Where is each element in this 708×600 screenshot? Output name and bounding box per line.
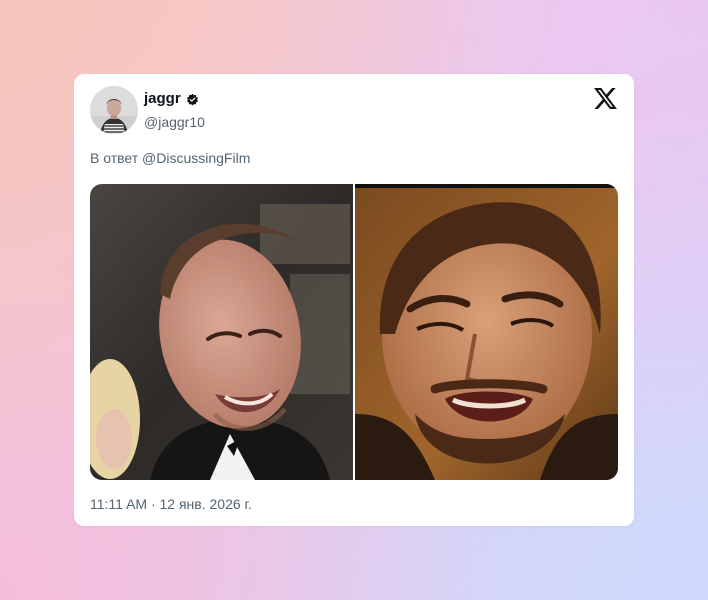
laughing-man-photo [90, 184, 353, 480]
tweet-media[interactable] [90, 184, 618, 480]
author-name[interactable]: jaggr [144, 90, 181, 108]
reply-context[interactable]: В ответ @DiscussingFilm [90, 149, 250, 167]
tweet-card: jaggr @jaggr10 В ответ @DiscussingFilm 1… [74, 74, 634, 526]
avatar-image [90, 86, 138, 134]
x-logo-icon[interactable] [594, 88, 617, 109]
author-handle[interactable]: @jaggr10 [144, 113, 205, 131]
avatar[interactable] [90, 86, 138, 134]
laughing-man-photo [355, 184, 618, 480]
media-image-right[interactable] [355, 184, 618, 480]
tweet-timestamp[interactable]: 11:11 AM · 12 янв. 2026 г. [90, 495, 252, 513]
verified-badge-icon [186, 93, 198, 105]
media-image-left[interactable] [90, 184, 353, 480]
